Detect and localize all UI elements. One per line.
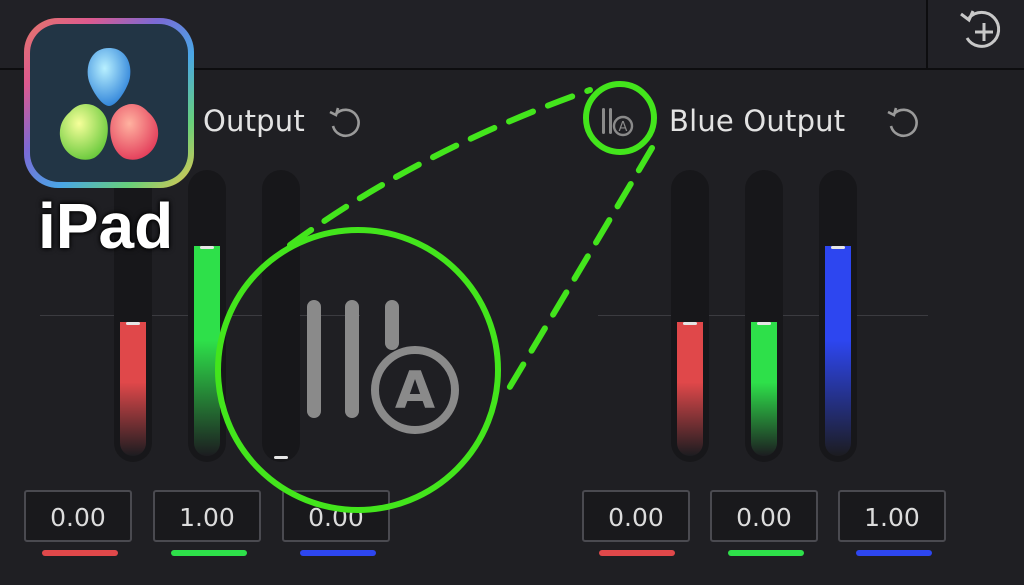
green-output-slider[interactable] xyxy=(745,170,783,462)
callout-dash-bottom xyxy=(502,145,655,398)
slider-handle[interactable] xyxy=(757,321,771,325)
app-logo xyxy=(59,48,159,160)
toolbar-divider xyxy=(926,0,928,68)
green-value-field[interactable]: 0.00 xyxy=(710,490,818,542)
slider-fill xyxy=(677,321,703,456)
slider-fill xyxy=(751,321,777,456)
auto-balance-icon: A xyxy=(307,300,459,434)
svg-text:A: A xyxy=(395,361,435,421)
reset-icon[interactable] xyxy=(884,104,922,142)
auto-balance-icon[interactable]: A xyxy=(598,104,634,140)
zoom-circle xyxy=(215,227,501,513)
blue-value-field[interactable]: 1.00 xyxy=(838,490,946,542)
blue-value-field[interactable]: 0.00 xyxy=(282,490,390,542)
svg-text:A: A xyxy=(619,120,628,135)
reset-icon[interactable] xyxy=(326,104,364,142)
blue-output-slider[interactable] xyxy=(819,170,857,462)
slider-handle[interactable] xyxy=(683,321,697,325)
panel-title-output: Output xyxy=(203,104,305,138)
slider-handle[interactable] xyxy=(200,246,214,249)
slider-fill xyxy=(120,321,146,456)
slider-handle[interactable] xyxy=(831,246,845,249)
blue-channel-bar xyxy=(300,550,376,556)
green-channel-bar xyxy=(171,550,247,556)
panel-title-blue-output: Blue Output xyxy=(669,104,846,138)
davinci-resolve-icon xyxy=(24,18,194,188)
slider-handle[interactable] xyxy=(274,456,288,459)
red-channel-bar xyxy=(599,550,675,556)
red-output-slider[interactable] xyxy=(671,170,709,462)
slider-fill xyxy=(825,246,851,456)
reset-add-icon[interactable] xyxy=(955,8,1009,54)
red-value-field[interactable]: 0.00 xyxy=(582,490,690,542)
ipad-label: iPad xyxy=(38,190,174,262)
slider-fill xyxy=(194,246,220,456)
slider-handle[interactable] xyxy=(126,321,140,325)
green-value-field[interactable]: 1.00 xyxy=(153,490,261,542)
green-channel-bar xyxy=(728,550,804,556)
red-channel-bar xyxy=(42,550,118,556)
red-value-field[interactable]: 0.00 xyxy=(24,490,132,542)
blue-channel-bar xyxy=(856,550,932,556)
green-output-slider[interactable] xyxy=(188,170,226,462)
blue-output-slider[interactable] xyxy=(262,170,300,462)
